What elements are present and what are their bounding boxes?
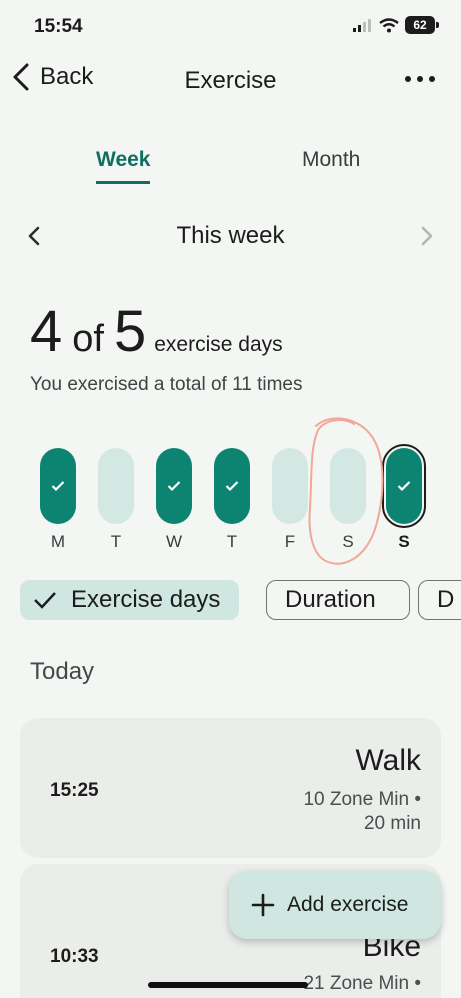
of-text: of — [72, 318, 104, 360]
activity-detail: 10 Zone Min • 20 min — [303, 788, 421, 836]
activity-zone-minutes: 10 Zone Min • — [303, 789, 421, 810]
wifi-icon — [379, 17, 399, 32]
activity-zone-minutes: 21 Zone Min • — [303, 973, 421, 994]
status-bar: 15:54 62 — [0, 0, 461, 52]
check-icon — [51, 481, 65, 492]
day-label: T — [110, 532, 122, 551]
day-pill — [272, 448, 308, 524]
day-monday[interactable]: M — [40, 448, 76, 552]
activity-detail: 21 Zone Min • — [303, 972, 421, 996]
exercise-summary: 4 of 5 exercise days — [30, 298, 283, 365]
more-dot-icon — [405, 76, 411, 82]
tab-month[interactable]: Month — [302, 148, 360, 172]
chip-label: D — [437, 586, 455, 613]
next-week-button[interactable] — [419, 224, 435, 248]
activity-name: Walk — [355, 744, 421, 777]
day-friday[interactable]: F — [272, 448, 308, 552]
tab-week[interactable]: Week — [96, 148, 151, 184]
home-indicator[interactable] — [148, 982, 308, 988]
signal-icon — [353, 19, 371, 32]
day-thursday[interactable]: T — [214, 448, 250, 552]
chip-distance[interactable]: D — [418, 580, 461, 620]
day-pill — [214, 448, 250, 524]
day-wednesday[interactable]: W — [156, 448, 192, 552]
summary-subtitle: You exercised a total of 11 times — [30, 374, 303, 395]
battery-icon: 62 — [405, 16, 439, 34]
day-label: T — [226, 532, 238, 551]
plus-icon — [251, 893, 275, 917]
day-tuesday[interactable]: T — [98, 448, 134, 552]
more-dot-icon — [429, 76, 435, 82]
section-heading-today: Today — [30, 658, 95, 685]
nav-bar: Back Exercise — [0, 52, 461, 108]
more-dot-icon — [417, 76, 423, 82]
check-icon — [225, 481, 239, 492]
day-pill — [40, 448, 76, 524]
day-pill — [156, 448, 192, 524]
metric-chips: Exercise days Duration D — [20, 580, 461, 620]
status-icons: 62 — [353, 16, 439, 34]
add-exercise-label: Add exercise — [287, 893, 409, 916]
chip-duration[interactable]: Duration — [266, 580, 410, 620]
day-label: M — [50, 532, 66, 551]
annotation-circle — [308, 417, 384, 565]
more-options-button[interactable] — [405, 76, 435, 82]
chip-label: Exercise days — [71, 586, 221, 613]
check-icon — [167, 481, 181, 492]
days-count: 4 — [30, 299, 63, 364]
chip-label: Duration — [285, 586, 376, 613]
activity-duration: 20 min — [363, 813, 421, 834]
day-label: W — [165, 532, 183, 551]
week-navigator: This week — [0, 220, 461, 254]
period-tabs: Week Month — [0, 148, 461, 192]
activity-time: 10:33 — [50, 946, 99, 967]
battery-level: 62 — [413, 18, 427, 32]
week-title: This week — [176, 222, 285, 249]
day-pill — [98, 448, 134, 524]
days-unit: exercise days — [154, 333, 283, 356]
activity-card-walk[interactable]: 15:25 Walk 10 Zone Min • 20 min — [20, 718, 441, 858]
status-time: 15:54 — [34, 16, 83, 37]
page-title: Exercise — [184, 67, 277, 94]
chip-exercise-days[interactable]: Exercise days — [20, 580, 240, 620]
check-icon — [397, 481, 411, 492]
add-exercise-button[interactable]: Add exercise — [229, 871, 441, 939]
activity-time: 15:25 — [50, 780, 99, 801]
days-target: 5 — [113, 299, 147, 364]
check-icon — [34, 592, 56, 609]
day-label: F — [284, 532, 296, 551]
